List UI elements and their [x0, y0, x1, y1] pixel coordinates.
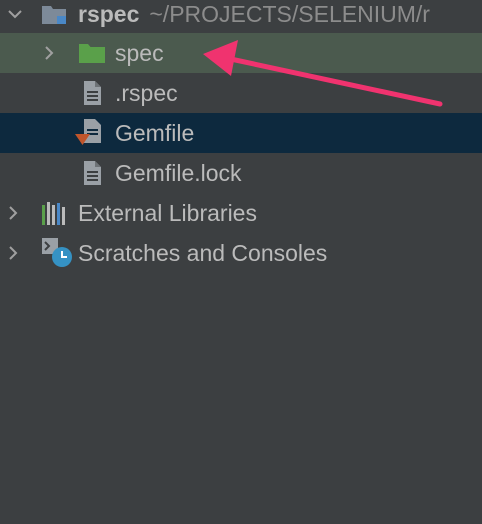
chevron-right-icon[interactable] [4, 204, 22, 222]
root-path: ~/PROJECTS/SELENIUM/r [149, 1, 430, 27]
tree-item-label: .rspec [115, 80, 178, 106]
file-icon [78, 79, 106, 107]
tree-item-label: Scratches and Consoles [78, 240, 328, 266]
tree-item-gemfile[interactable]: Gemfile [0, 113, 482, 153]
tree-item-scratches[interactable]: Scratches and Consoles [0, 233, 482, 273]
tree-item-label: Gemfile [115, 120, 195, 146]
tree-item-rspec-file[interactable]: .rspec [0, 73, 482, 113]
tree-item-external-libraries[interactable]: External Libraries [0, 193, 482, 233]
module-folder-icon [40, 0, 68, 28]
scratches-icon [40, 235, 72, 267]
libraries-icon [40, 199, 68, 227]
root-name: rspec [78, 1, 140, 27]
chevron-down-icon[interactable] [6, 5, 24, 23]
gemfile-icon [74, 117, 102, 145]
tree-item-gemfile-lock[interactable]: Gemfile.lock [0, 153, 482, 193]
folder-icon [78, 39, 106, 67]
file-icon [78, 159, 106, 187]
tree-item-label: spec [115, 40, 164, 66]
chevron-right-icon[interactable] [4, 244, 22, 262]
tree-item-spec[interactable]: spec [0, 33, 482, 73]
tree-item-label: Gemfile.lock [115, 160, 242, 186]
root-label: rspec ~/PROJECTS/SELENIUM/r [78, 1, 430, 28]
tree-root-rspec[interactable]: rspec ~/PROJECTS/SELENIUM/r [0, 0, 482, 34]
tree-item-label: External Libraries [78, 200, 257, 226]
chevron-right-icon[interactable] [40, 44, 58, 62]
